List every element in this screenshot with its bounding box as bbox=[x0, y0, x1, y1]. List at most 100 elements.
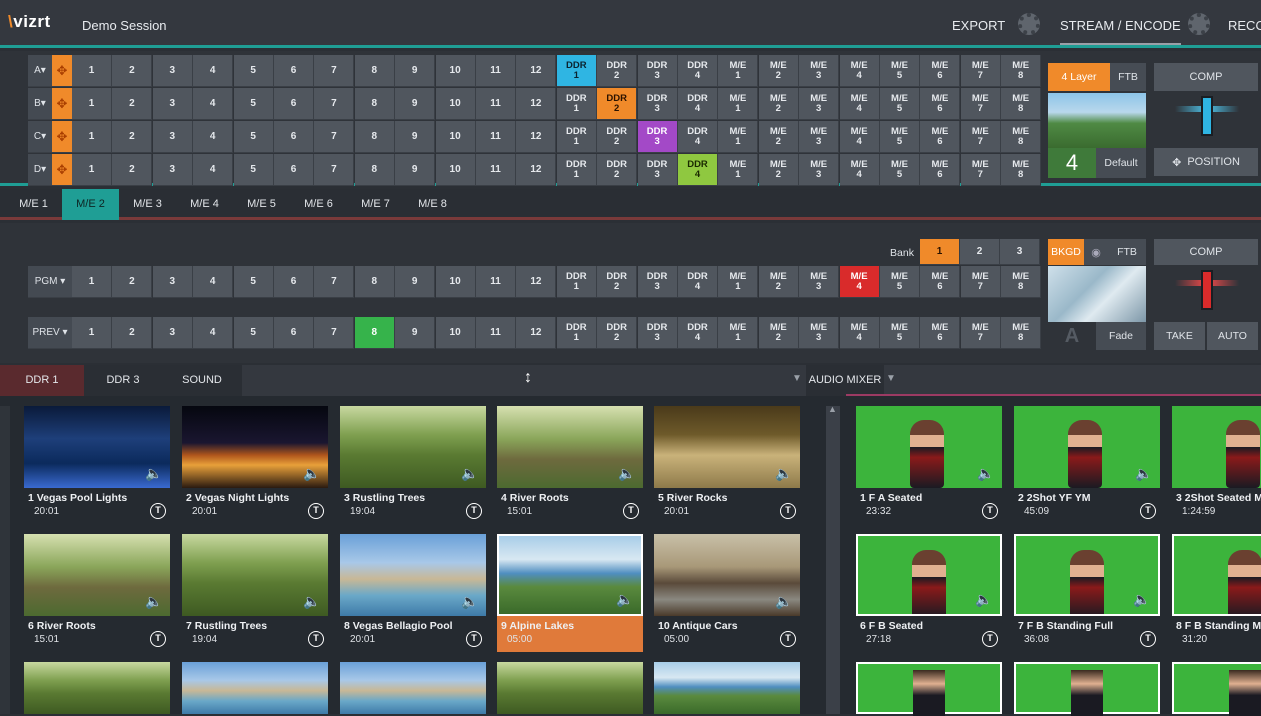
source-button[interactable]: 8 bbox=[354, 55, 395, 87]
program-source-button[interactable]: M/E 2 bbox=[758, 266, 799, 298]
title-badge-icon[interactable]: T bbox=[982, 503, 998, 519]
chevron-down-icon[interactable]: ▼ bbox=[792, 373, 802, 384]
source-button[interactable]: DDR 3 bbox=[637, 154, 678, 186]
source-button[interactable]: 1 bbox=[72, 154, 112, 186]
preview-source-button[interactable]: 12 bbox=[516, 317, 557, 349]
source-button[interactable]: M/E 7 bbox=[960, 121, 1001, 153]
program-source-button[interactable]: 1 bbox=[72, 266, 112, 298]
title-badge-icon[interactable]: T bbox=[308, 503, 324, 519]
source-button[interactable]: DDR 3 bbox=[637, 88, 678, 120]
media-clip[interactable]: 🔈 7 Rustling Trees 19:04 T bbox=[182, 534, 328, 647]
preview-source-button[interactable]: 1 bbox=[72, 317, 112, 349]
speaker-icon[interactable]: 🔈 bbox=[1134, 464, 1154, 482]
bank-button[interactable]: 3 bbox=[1000, 239, 1040, 265]
program-source-button[interactable]: M/E 8 bbox=[1001, 266, 1042, 298]
source-button[interactable]: DDR 3 bbox=[637, 121, 678, 153]
speaker-icon[interactable]: 🔈 bbox=[774, 592, 794, 610]
ftb-main-button[interactable]: FTB bbox=[1108, 239, 1146, 265]
ftb-button[interactable]: FTB bbox=[1110, 63, 1146, 91]
program-source-button[interactable]: 3 bbox=[152, 266, 193, 298]
source-button[interactable]: 9 bbox=[395, 154, 436, 186]
source-button[interactable]: M/E 5 bbox=[880, 121, 920, 153]
program-source-button[interactable]: 4 bbox=[193, 266, 234, 298]
source-button[interactable]: DDR 4 bbox=[678, 154, 718, 186]
media-clip[interactable]: 🔈 1 Vegas Pool Lights 20:01 T bbox=[24, 406, 170, 519]
program-source-button[interactable]: 6 bbox=[274, 266, 314, 298]
source-button[interactable]: DDR 4 bbox=[678, 88, 718, 120]
tab-audio-mixer[interactable]: AUDIO MIXER bbox=[806, 365, 884, 396]
title-badge-icon[interactable]: T bbox=[982, 631, 998, 647]
media-clip[interactable]: 🔈 1 F A Seated 23:32 T bbox=[856, 406, 1002, 519]
source-button[interactable]: 1 bbox=[72, 55, 112, 87]
resize-handle-icon[interactable]: ↕ bbox=[524, 369, 532, 387]
source-button[interactable]: 11 bbox=[476, 55, 516, 87]
media-clip[interactable]: 🔈8 F B Standing M31:20T bbox=[1172, 534, 1261, 646]
title-badge-icon[interactable]: T bbox=[1140, 631, 1156, 647]
source-button[interactable]: 8 bbox=[354, 88, 395, 120]
source-button[interactable]: M/E 6 bbox=[920, 121, 961, 153]
source-button[interactable]: 1 bbox=[72, 88, 112, 120]
tab-ddr3[interactable]: DDR 3 bbox=[84, 365, 162, 396]
program-source-button[interactable]: M/E 4 bbox=[839, 266, 880, 298]
title-badge-icon[interactable]: T bbox=[308, 631, 324, 647]
source-button[interactable]: 4 bbox=[193, 88, 234, 120]
source-button[interactable]: 9 bbox=[395, 55, 436, 87]
source-button[interactable]: M/E 7 bbox=[960, 154, 1001, 186]
source-button[interactable]: M/E 4 bbox=[839, 55, 880, 87]
title-badge-icon[interactable]: T bbox=[150, 631, 166, 647]
source-button[interactable]: DDR 3 bbox=[637, 55, 678, 87]
source-button[interactable]: 11 bbox=[476, 154, 516, 186]
program-source-button[interactable]: 5 bbox=[233, 266, 274, 298]
export-gear-icon[interactable] bbox=[1018, 13, 1040, 35]
tab-ddr1[interactable]: DDR 1 bbox=[0, 365, 84, 396]
auto-button[interactable]: AUTO bbox=[1207, 322, 1258, 350]
scroll-up-icon[interactable]: ▲ bbox=[828, 404, 837, 414]
program-source-button[interactable]: M/E 3 bbox=[799, 266, 840, 298]
media-clip[interactable]: 🔈 5 River Rocks 20:01 T bbox=[654, 406, 800, 519]
source-button[interactable]: 3 bbox=[152, 154, 193, 186]
eye-icon[interactable]: ◉ bbox=[1084, 239, 1108, 265]
source-button[interactable]: 4 bbox=[193, 55, 234, 87]
media-clip[interactable]: 🔈 9 Alpine Lakes 05:00 bbox=[497, 534, 643, 652]
speaker-icon[interactable]: 🔈 bbox=[302, 592, 322, 610]
program-source-button[interactable]: DDR 4 bbox=[678, 266, 718, 298]
speaker-icon[interactable]: 🔈 bbox=[302, 464, 322, 482]
source-button[interactable]: M/E 7 bbox=[960, 88, 1001, 120]
row-selector[interactable]: B▾ bbox=[28, 88, 52, 120]
speaker-icon[interactable]: 🔈 bbox=[976, 464, 996, 482]
source-button[interactable]: DDR 1 bbox=[556, 121, 597, 153]
source-button[interactable]: M/E 7 bbox=[960, 55, 1001, 87]
source-button[interactable]: M/E 6 bbox=[920, 88, 961, 120]
source-button[interactable]: DDR 2 bbox=[597, 154, 638, 186]
title-badge-icon[interactable]: T bbox=[150, 503, 166, 519]
source-button[interactable]: 1 bbox=[72, 121, 112, 153]
title-badge-icon[interactable]: T bbox=[1140, 503, 1156, 519]
title-badge-icon[interactable]: T bbox=[466, 503, 482, 519]
source-button[interactable]: 8 bbox=[354, 154, 395, 186]
title-badge-icon[interactable]: T bbox=[780, 503, 796, 519]
media-clip[interactable]: 🔈 2 2Shot YF YM 45:09 T bbox=[1014, 406, 1160, 519]
clip-thumbnail[interactable] bbox=[654, 662, 800, 714]
greenscreen-thumbnail[interactable] bbox=[856, 662, 1002, 716]
source-button[interactable]: M/E 1 bbox=[718, 154, 759, 186]
preview-source-button[interactable]: M/E 1 bbox=[718, 317, 759, 349]
source-button[interactable]: 12 bbox=[516, 154, 557, 186]
program-source-button[interactable]: DDR 2 bbox=[597, 266, 638, 298]
program-source-button[interactable]: 2 bbox=[112, 266, 153, 298]
source-button[interactable]: M/E 8 bbox=[1001, 88, 1042, 120]
greenscreen-thumbnail[interactable] bbox=[1172, 662, 1261, 716]
me-tab[interactable]: M/E 2 bbox=[62, 189, 119, 220]
take-button[interactable]: TAKE bbox=[1154, 322, 1205, 350]
source-button[interactable]: M/E 3 bbox=[799, 154, 840, 186]
source-button[interactable]: 4 bbox=[193, 121, 234, 153]
bank-button[interactable]: 2 bbox=[960, 239, 1000, 265]
bkgd-button[interactable]: BKGD bbox=[1048, 239, 1084, 265]
source-button[interactable]: 10 bbox=[435, 55, 476, 87]
source-button[interactable]: 11 bbox=[476, 121, 516, 153]
preview-source-button[interactable]: DDR 2 bbox=[597, 317, 638, 349]
source-button[interactable]: 12 bbox=[516, 55, 557, 87]
source-button[interactable]: 12 bbox=[516, 121, 557, 153]
preview-source-button[interactable]: 9 bbox=[395, 317, 436, 349]
me-tab[interactable]: M/E 8 bbox=[404, 189, 461, 220]
crosshair-icon[interactable]: ✥ bbox=[52, 55, 72, 87]
